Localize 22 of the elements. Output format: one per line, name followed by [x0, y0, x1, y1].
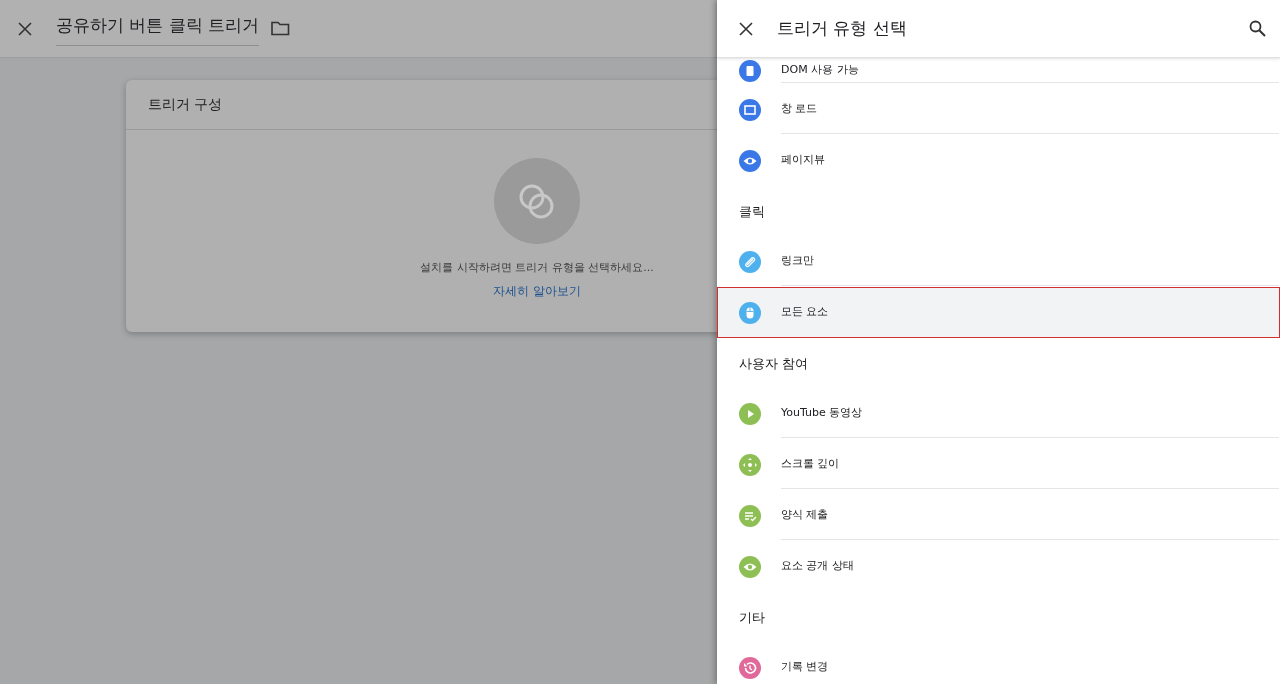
section-heading: 클릭 [739, 204, 765, 219]
trigger-type-item[interactable]: 기록 변경 [717, 642, 1280, 684]
trigger-type-item[interactable]: DOM 사용 가능 [717, 58, 1280, 84]
close-icon[interactable] [18, 21, 32, 36]
learn-more-link[interactable]: 자세히 알아보기 [493, 281, 581, 300]
section-heading: 기타 [739, 610, 765, 625]
trigger-type-item[interactable]: 요소 공개 상태 [717, 541, 1280, 592]
search-icon[interactable] [1249, 20, 1266, 37]
close-icon[interactable] [739, 21, 753, 36]
folder-icon[interactable] [271, 21, 291, 36]
card-title: 트리거 구성 [148, 95, 223, 114]
trigger-type-item[interactable]: 스크롤 깊이 [717, 439, 1280, 490]
drawer-title: 트리거 유형 선택 [777, 16, 908, 40]
trigger-type-item[interactable]: 모든 요소 [717, 287, 1280, 338]
trigger-type-item[interactable]: YouTube 동영상 [717, 388, 1280, 439]
section-heading: 사용자 참여 [739, 356, 809, 371]
trigger-type-item[interactable]: 창 로드 [717, 84, 1280, 135]
trigger-type-item[interactable]: 양식 제출 [717, 490, 1280, 541]
trigger-type-item[interactable]: 페이지뷰 [717, 135, 1280, 186]
trigger-type-item[interactable]: 링크만 [717, 236, 1280, 287]
trigger-name-field[interactable]: 공유하기 버튼 클릭 트리거 [56, 11, 260, 46]
prompt-text: 설치를 시작하려면 트리거 유형을 선택하세요... [420, 260, 654, 276]
